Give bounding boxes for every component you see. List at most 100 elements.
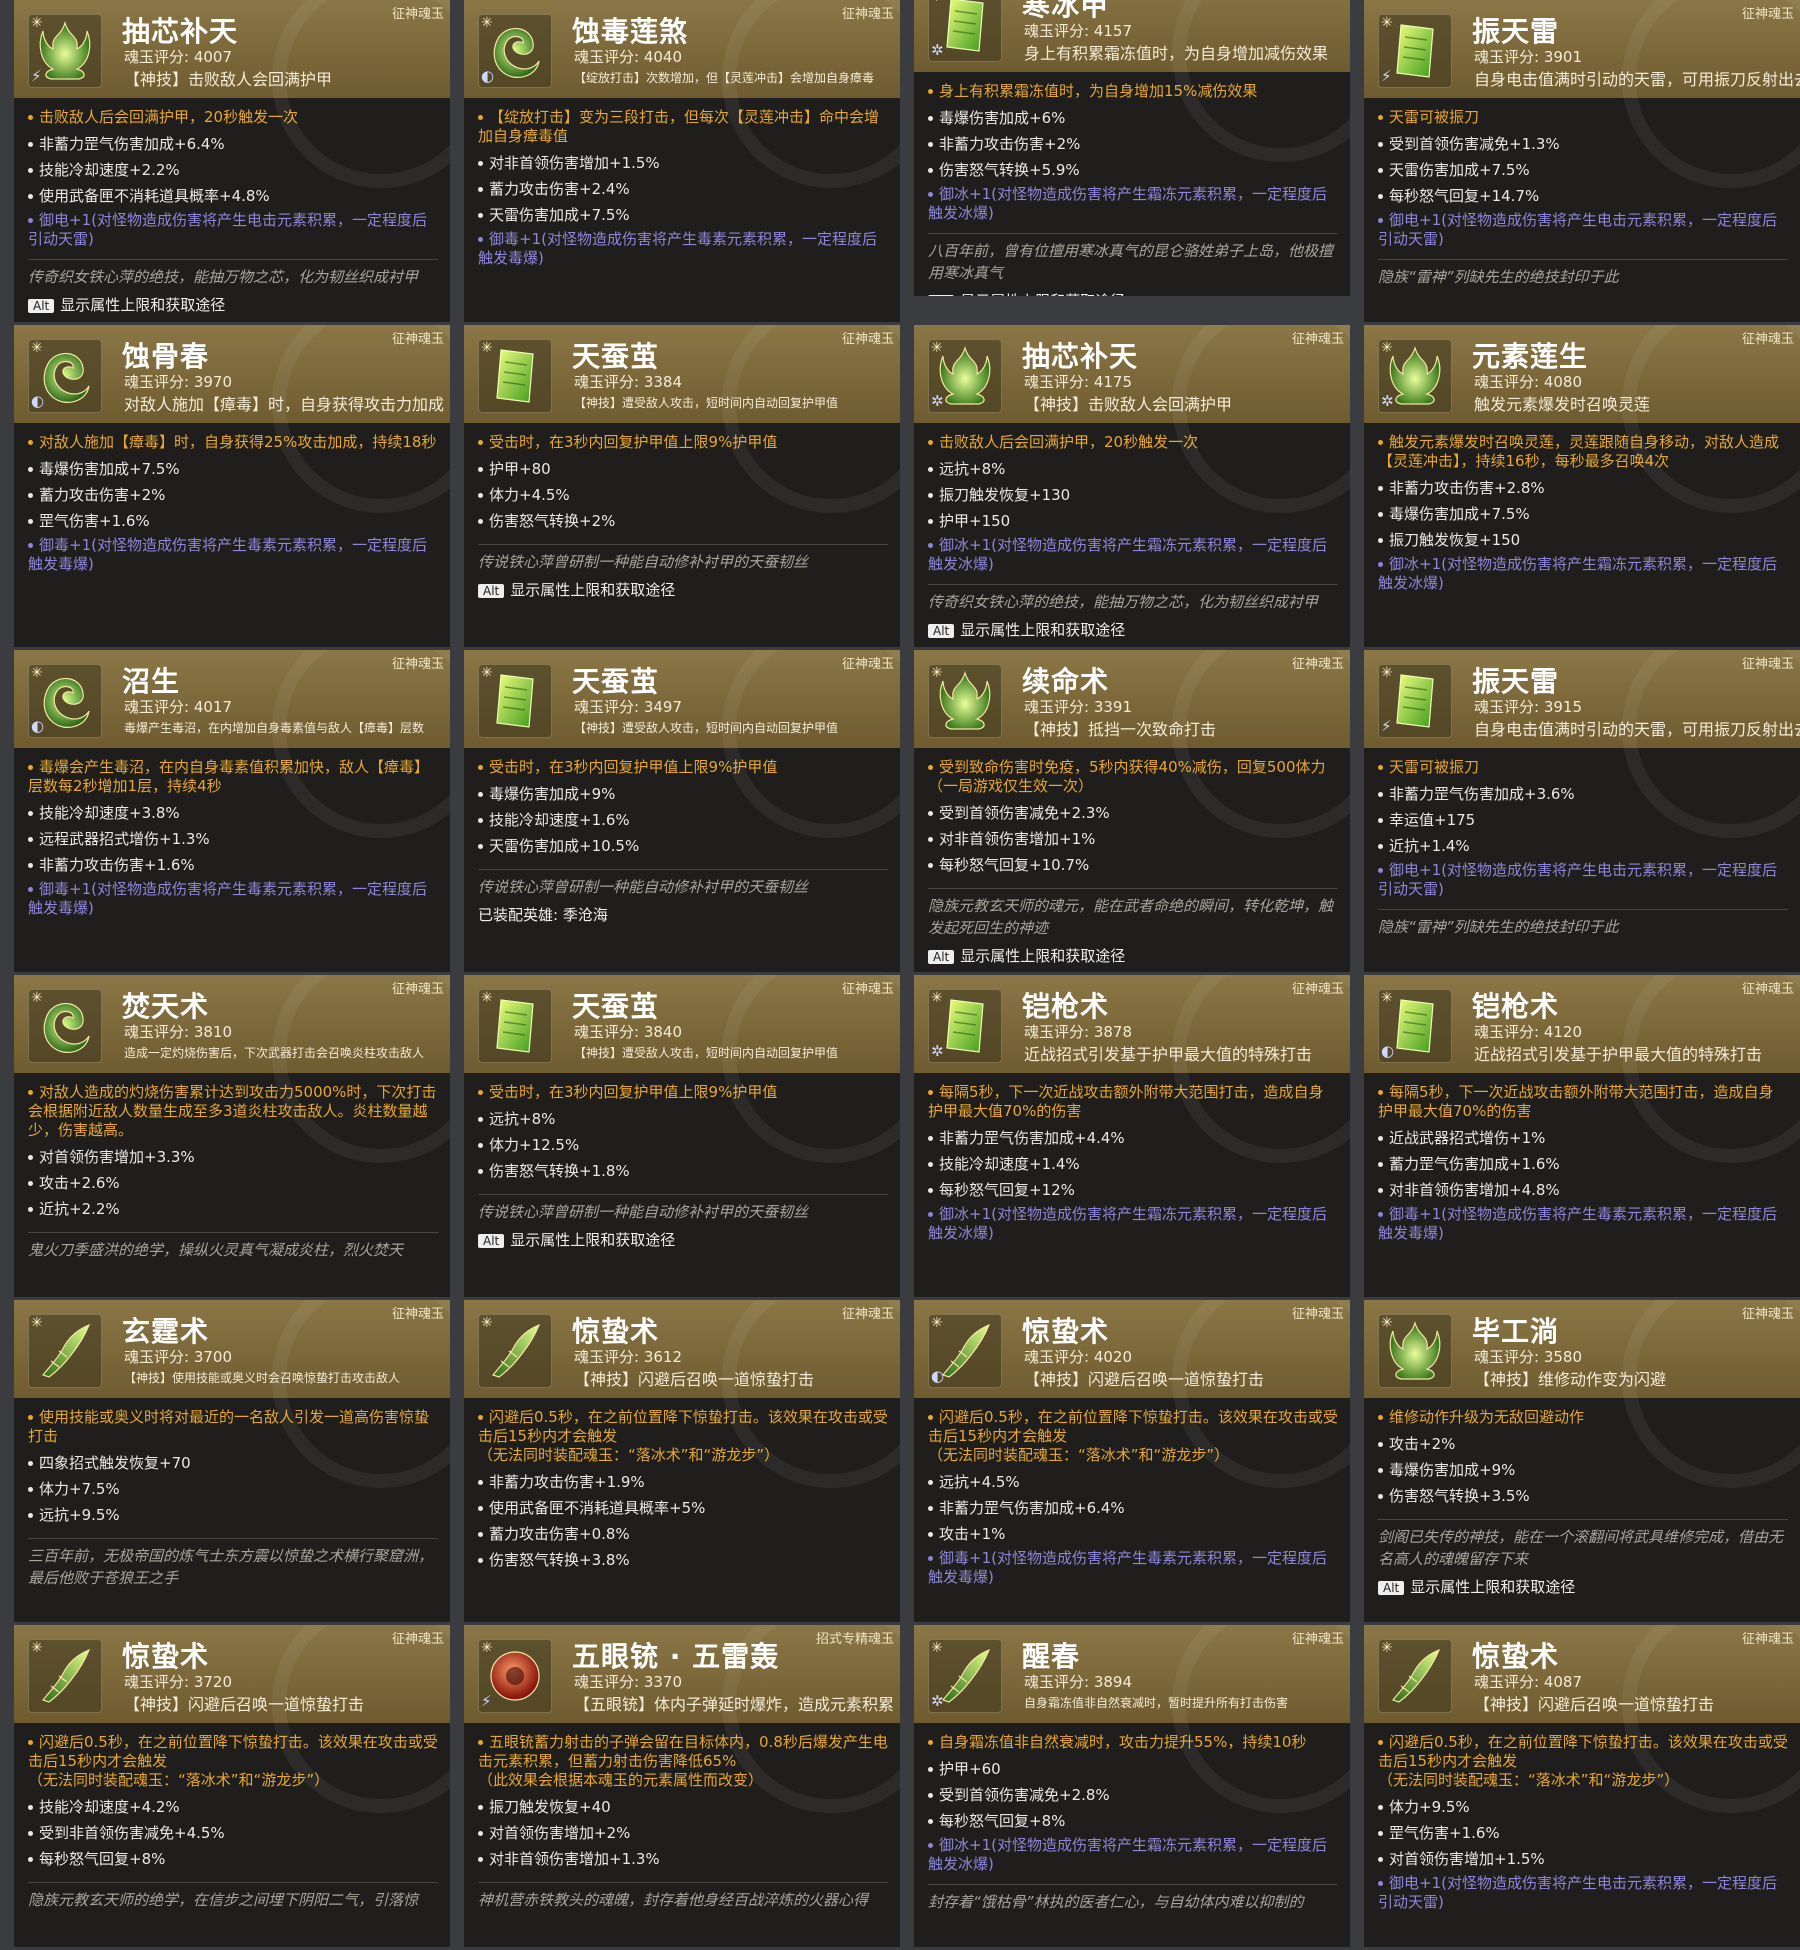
element-bonus-text: 御毒+1(对怪物造成伤害将产生毒素元素积累，一定程度后触发毒爆)	[928, 1549, 1327, 1586]
soul-jade-card[interactable]: 招式专精魂玉 ✳ ⚡ 五眼铳 · 五雷轰 魂玉评分: 3370 【五眼铳】体内子弹延时爆炸…	[464, 1625, 900, 1947]
jade-score: 魂玉评分: 3370	[574, 1673, 682, 1691]
card-body: 每隔5秒，下一次近战攻击额外附带大范围打击，造成自身护甲最大值70%的伤害 近战武…	[1364, 1073, 1800, 1243]
special-effect: 自身霜冻值非自然衰减时，攻击力提升55%，持续10秒	[928, 1733, 1338, 1752]
stat-text: 攻击+2%	[1389, 1435, 1456, 1453]
special-effect: 对敌人造成的灼烧伤害累计达到攻击力5000%时，下次打击会根据附近敌人数量生成至…	[28, 1083, 438, 1140]
soul-jade-card[interactable]: 征神魂玉 ✳ ⚡ 振天雷 魂玉评分: 3915 自身电击值满时引动的天雷，可用振刀反射出去…	[1364, 650, 1800, 972]
element-icon: ✲	[931, 1042, 944, 1060]
stat-line: 使用武备匣不消耗道具概率+5%	[478, 1495, 888, 1521]
stat-line: 技能冷却速度+2.2%	[28, 157, 438, 183]
soul-jade-card[interactable]: 征神魂玉 ✳ 天蚕茧 魂玉评分: 3840 【神技】遭受敌人攻击，短时间内自动回复护甲值…	[464, 975, 900, 1297]
stat-text: 远程武器招式增伤+1.3%	[39, 830, 210, 848]
attribute-hint[interactable]: Alt 显示属性上限和获取途径	[1378, 1576, 1788, 1597]
special-effect: 五眼铳蓄力射击的子弹会留在目标体内，0.8秒后爆发产生电击元素积累，但蓄力射击伤…	[478, 1733, 888, 1790]
jade-type-tag: 征神魂玉	[1741, 982, 1794, 997]
soul-jade-card[interactable]: 征神魂玉 ✳ ◐ 铠枪术 魂玉评分: 4120 近战招式引发基于护甲最大值的特殊打击 每隔5…	[1364, 975, 1800, 1297]
soul-jade-card[interactable]: 征神魂玉 ✳ ⚡ 振天雷 魂玉评分: 3901 自身电击值满时引动的天雷，可用振刀反射出去…	[1364, 0, 1800, 322]
card-header: 征神魂玉 ✳ 天蚕茧 魂玉评分: 3497 【神技】遭受敌人攻击，短时间内自动回复护甲值	[464, 650, 900, 748]
stat-text: 伤害怒气转换+1.8%	[489, 1162, 630, 1180]
special-effect: 击败敌人后会回满护甲，20秒触发一次	[928, 433, 1338, 452]
card-body: 【绽放打击】变为三段打击，但每次【灵莲冲击】命中会增加自身瘴毒值 对非首领伤害增加…	[464, 98, 900, 268]
attribute-hint[interactable]: Alt 显示属性上限和获取途径	[928, 290, 1338, 296]
lore-text: 八百年前，曾有位擅用寒冰真气的昆仑骆姓弟子上岛，他极擅用寒冰真气	[928, 242, 1334, 282]
soul-jade-card[interactable]: 征神魂玉 ✳ ◐ 沼生 魂玉评分: 4017 毒爆产生毒沼，在内增加自身毒素值与敌人【瘴毒…	[14, 650, 450, 972]
stat-text: 伤害怒气转换+3.5%	[1389, 1487, 1530, 1505]
soul-jade-card[interactable]: 征神魂玉 ✳ 惊蛰术 魂玉评分: 3720 【神技】闪避后召唤一道惊蛰打击 闪避后0.5秒…	[14, 1625, 450, 1947]
soul-jade-card[interactable]: 征神魂玉 ✳ ◐ 惊蛰术 魂玉评分: 4020 【神技】闪避后召唤一道惊蛰打击 闪避后0.5…	[914, 1300, 1350, 1622]
soul-jade-card[interactable]: 征神魂玉 ✳ ✲ 抽芯补天 魂玉评分: 4175 【神技】击败敌人会回满护甲击败敌人后会回…	[914, 325, 1350, 647]
stat-text: 蓄力罡气伤害加成+1.6%	[1389, 1155, 1560, 1173]
soul-jade-card[interactable]: 征神魂玉 ✳ ⚡ 抽芯补天 魂玉评分: 4007 【神技】击败敌人会回满护甲 击败敌人后会回…	[14, 0, 450, 322]
element-bonus-text: 御冰+1(对怪物造成伤害将产生霜冻元素积累，一定程度后触发冰爆)	[1378, 555, 1777, 592]
stat-text: 体力+7.5%	[39, 1480, 120, 1498]
jade-summary: 自身电击值满时引动的天雷，可用振刀反射出去	[1474, 70, 1800, 89]
green-scroll-icon: ✳	[478, 664, 552, 738]
attribute-hint-text: 显示属性上限和获取途径	[960, 292, 1125, 296]
soul-jade-card[interactable]: 征神魂玉 ✳ ◐ 蚀毒莲煞 魂玉评分: 4040 【绽放打击】次数增加，但【灵莲冲击】会增…	[464, 0, 900, 322]
card-header: 征神魂玉 ✳ 焚天术 魂玉评分: 3810 造成一定灼烧伤害后，下次武器打击会召唤炎柱攻…	[14, 975, 450, 1073]
attribute-hint-text: 显示属性上限和获取途径	[960, 947, 1126, 965]
soul-jade-card[interactable]: 征神魂玉 ✳ 天蚕茧 魂玉评分: 3384 【神技】遭受敌人攻击，短时间内自动回复护甲值…	[464, 325, 900, 647]
element-bonus: 御冰+1(对怪物造成伤害将产生霜冻元素积累，一定程度后触发冰爆)	[1378, 555, 1788, 593]
stat-line: 使用武备匣不消耗道具概率+4.8%	[28, 183, 438, 209]
card-header: 征神魂玉 ✳ 惊蛰术 魂玉评分: 4087 【神技】闪避后召唤一道惊蛰打击	[1364, 1625, 1800, 1723]
jade-score: 魂玉评分: 3700	[124, 1348, 232, 1366]
jade-summary: 【神技】遭受敌人攻击，短时间内自动回复护甲值	[574, 396, 839, 410]
card-header: 招式专精魂玉 ✳ ⚡ 五眼铳 · 五雷轰 魂玉评分: 3370 【五眼铳】体内子弹延时爆炸…	[464, 1625, 900, 1723]
jade-name: 铠枪术	[1472, 990, 1560, 1023]
stat-text: 对首领伤害增加+3.3%	[39, 1148, 195, 1166]
soul-jade-card[interactable]: 征神魂玉 ✳ 惊蛰术 魂玉评分: 4087 【神技】闪避后召唤一道惊蛰打击 闪避后0.5秒…	[1364, 1625, 1800, 1947]
stat-line: 体力+4.5%	[478, 482, 888, 508]
stat-text: 四象招式触发恢复+70	[39, 1454, 191, 1472]
soul-jade-card[interactable]: 征神魂玉 ✳ ◐ 蚀骨春 魂玉评分: 3970 对敌人施加【瘴毒】时，自身获得攻击力加成对…	[14, 325, 450, 647]
card-header: 征神魂玉 ✳ ✲ 抽芯补天 魂玉评分: 4175 【神技】击败敌人会回满护甲	[914, 325, 1350, 423]
soul-jade-card[interactable]: 征神魂玉 ✳ ✲ 醒春 魂玉评分: 3894 自身霜冻值非自然衰减时，暂时提升所有打击伤害…	[914, 1625, 1350, 1947]
stat-text: 远抗+4.5%	[939, 1473, 1020, 1491]
jade-score: 魂玉评分: 3901	[1474, 48, 1582, 66]
soul-jade-card[interactable]: 征神魂玉 ✳ 玄霆术 魂玉评分: 3700 【神技】使用技能或奥义时会召唤惊蛰打击攻击敌…	[14, 1300, 450, 1622]
card-header: 征神魂玉 ✳ ⚡ 振天雷 魂玉评分: 3901 自身电击值满时引动的天雷，可用振刀反射出去	[1364, 0, 1800, 98]
attribute-hint[interactable]: Alt 显示属性上限和获取途径	[928, 619, 1338, 640]
stat-text: 对首领伤害增加+2%	[489, 1824, 631, 1842]
divider	[478, 544, 888, 545]
stat-text: 护甲+150	[939, 512, 1011, 530]
sparkle-icon: ✳	[1381, 1640, 1393, 1656]
stat-line: 受到首领伤害减免+1.3%	[1378, 131, 1788, 157]
soul-jade-card[interactable]: 征神魂玉 ✳ 续命术 魂玉评分: 3391 【神技】抵挡一次致命打击 受到致命伤害时免疫，…	[914, 650, 1350, 972]
sparkle-icon: ✳	[31, 665, 43, 681]
soul-jade-card[interactable]: 征神魂玉 ✳ 天蚕茧 魂玉评分: 3497 【神技】遭受敌人攻击，短时间内自动回复护甲值…	[464, 650, 900, 972]
stat-line: 伤害怒气转换+5.9%	[928, 157, 1338, 183]
green-scroll-icon: ✳ ◐	[1378, 989, 1452, 1063]
stat-text: 技能冷却速度+3.8%	[39, 804, 180, 822]
attribute-hint[interactable]: Alt 显示属性上限和获取途径	[28, 294, 438, 315]
element-icon: ✲	[931, 392, 944, 410]
attribute-hint[interactable]: Alt 显示属性上限和获取途径	[478, 1229, 888, 1250]
element-bonus-text: 御毒+1(对怪物造成伤害将产生毒素元素积累，一定程度后触发毒爆)	[478, 230, 877, 267]
stat-line: 每秒怒气回复+14.7%	[1378, 183, 1788, 209]
jade-score: 魂玉评分: 3612	[574, 1348, 682, 1366]
jade-summary: 【神技】闪避后召唤一道惊蛰打击	[124, 1695, 365, 1714]
jade-summary: 身上有积累霜冻值时，为自身增加减伤效果	[1024, 44, 1329, 63]
stat-text: 使用武备匣不消耗道具概率+5%	[489, 1499, 706, 1517]
stat-line: 体力+12.5%	[478, 1132, 888, 1158]
stat-text: 每秒怒气回复+8%	[39, 1850, 166, 1868]
element-icon: ◐	[1381, 1042, 1395, 1060]
soul-jade-card[interactable]: 征神魂玉 ✳ ✲ 铠枪术 魂玉评分: 3878 近战招式引发基于护甲最大值的特殊打击 每隔5…	[914, 975, 1350, 1297]
jade-name: 沼生	[122, 665, 181, 698]
soul-jade-card[interactable]: 征神魂玉 ✳ ✲ 元素莲生 魂玉评分: 4080 触发元素爆发时召唤灵莲 触发元素爆发时召唤…	[1364, 325, 1800, 647]
stat-line: 每秒怒气回复+10.7%	[928, 852, 1338, 878]
alt-key-badge: Alt	[928, 624, 955, 638]
soul-jade-card[interactable]: ✳✲寒冰甲魂玉评分: 4157身上有积累霜冻值时，为自身增加减伤效果身上有积累霜…	[914, 0, 1350, 296]
soul-jade-card[interactable]: 征神魂玉 ✳ 毕工淌 魂玉评分: 3580 【神技】维修动作变为闪避 维修动作升级为无敌回…	[1364, 1300, 1800, 1622]
jade-summary: 【神技】遭受敌人攻击，短时间内自动回复护甲值	[574, 721, 839, 735]
special-effect: 【绽放打击】变为三段打击，但每次【灵莲冲击】命中会增加自身瘴毒值	[478, 108, 888, 146]
attribute-hint[interactable]: Alt 显示属性上限和获取途径	[478, 579, 888, 600]
stat-text: 每秒怒气回复+12%	[939, 1181, 1075, 1199]
stat-line: 蓄力攻击伤害+2.4%	[478, 176, 888, 202]
attribute-hint[interactable]: Alt 显示属性上限和获取途径	[928, 945, 1338, 966]
soul-jade-card[interactable]: 征神魂玉 ✳ 惊蛰术 魂玉评分: 3612 【神技】闪避后召唤一道惊蛰打击 闪避后0.5秒…	[464, 1300, 900, 1622]
stat-text: 体力+4.5%	[489, 486, 570, 504]
stat-line: 振刀触发恢复+40	[478, 1794, 888, 1820]
stat-text: 对首领伤害增加+1.5%	[1389, 1850, 1545, 1868]
soul-jade-card[interactable]: 征神魂玉 ✳ 焚天术 魂玉评分: 3810 造成一定灼烧伤害后，下次武器打击会召唤炎柱攻…	[14, 975, 450, 1297]
